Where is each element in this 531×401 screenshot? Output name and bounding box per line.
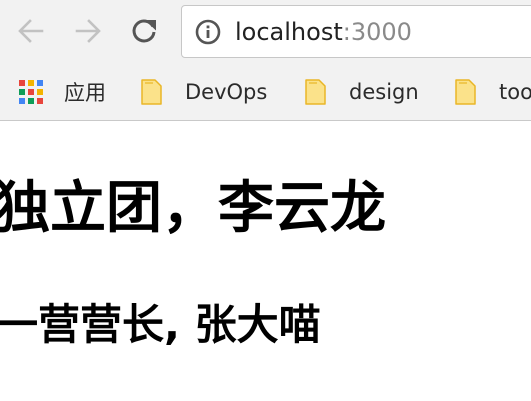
url-text[interactable]: localhost:3000 [235,16,412,48]
arrow-right-icon [75,19,101,43]
browser-toolbar: localhost:3000 [0,0,531,64]
info-icon[interactable] [195,19,221,45]
bookmark-tools[interactable]: too [455,70,531,114]
bookmark-label: too [499,80,531,104]
page-subheading: 一营营长, 张大喵 [0,300,321,349]
page-content: 独立团，李云龙 一营营长, 张大喵 [0,121,531,401]
url-port: :3000 [342,18,412,46]
bookmark-devops[interactable]: DevOps [141,70,267,114]
folder-icon [305,79,328,105]
back-button[interactable] [14,14,48,48]
folder-icon [455,79,478,105]
forward-button[interactable] [71,14,105,48]
bookmarks-bar: 应用 DevOps design too [0,70,531,114]
reload-button[interactable] [127,14,161,48]
arrow-left-icon [18,19,44,43]
folder-icon [141,79,164,105]
apps-grid-icon [19,80,43,104]
bookmark-label: 应用 [64,81,106,105]
url-host: localhost [235,18,343,46]
page-heading: 独立团，李云龙 [0,176,386,241]
address-bar[interactable]: localhost:3000 [181,5,531,58]
reload-icon [132,19,156,43]
bookmark-design[interactable]: design [305,70,419,114]
browser-chrome: localhost:3000 应用 DevOps design too [0,0,531,121]
bookmark-label: DevOps [185,80,268,104]
bookmark-apps[interactable]: 应用 [19,70,106,114]
bookmark-label: design [349,80,419,104]
